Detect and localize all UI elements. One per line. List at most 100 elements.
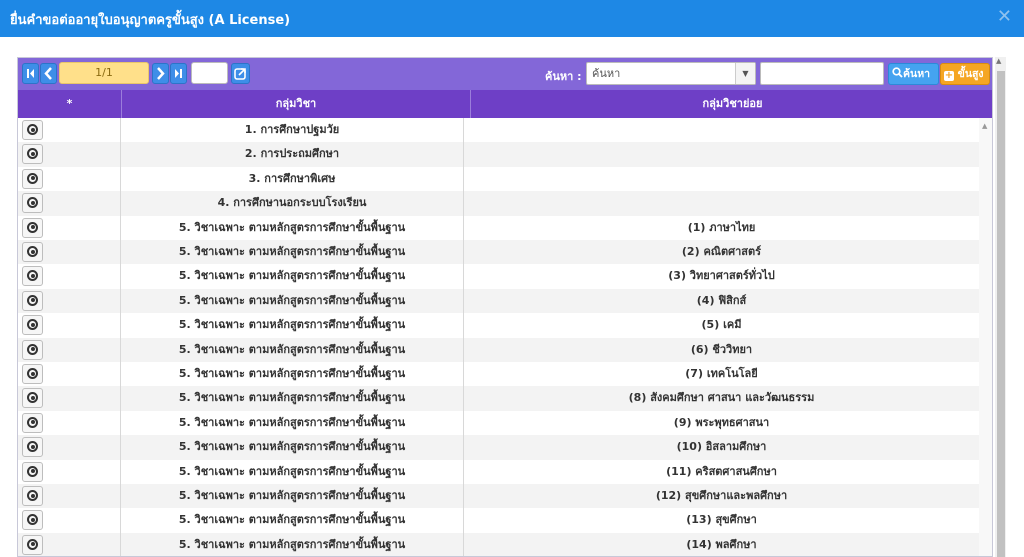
radio-icon: [27, 172, 38, 184]
select-row-button[interactable]: [22, 510, 43, 531]
first-page-button[interactable]: [22, 63, 39, 84]
column-header-subgroup[interactable]: กลุ่มวิชาย่อย: [470, 90, 992, 118]
select-row-button[interactable]: [22, 315, 43, 336]
table-row[interactable]: 1. การศึกษาปฐมวัย: [18, 118, 979, 143]
last-page-icon: [175, 69, 182, 78]
search-button[interactable]: ค้นหา: [888, 63, 939, 85]
table-row[interactable]: 5. วิชาเฉพาะ ตามหลักสูตรการศึกษาขั้นพื้น…: [18, 484, 979, 509]
table-row[interactable]: 5. วิชาเฉพาะ ตามหลักสูตรการศึกษาขั้นพื้น…: [18, 459, 979, 484]
subgroup-cell: (6) ชีววิทยา: [690, 342, 753, 356]
page-indicator[interactable]: 1/1: [59, 62, 149, 84]
table-row[interactable]: 5. วิชาเฉพาะ ตามหลักสูตรการศึกษาขั้นพื้น…: [18, 337, 979, 362]
subgroup-cell: (5) เคมี: [701, 318, 742, 332]
select-cell: [18, 362, 121, 387]
table-scrollbar[interactable]: ▲: [979, 118, 992, 556]
group-cell: 4. การศึกษานอกระบบโรงเรียน: [121, 191, 464, 216]
select-cell: [18, 240, 121, 265]
subgroup-cell: (14) พลศึกษา: [686, 537, 757, 551]
select-cell: [18, 337, 121, 362]
column-header-group[interactable]: กลุ่มวิชา: [121, 90, 470, 118]
subgroup-cell: (3) วิทยาศาสตร์ทั่วไป: [668, 269, 775, 283]
subgroup-cell: [464, 142, 979, 166]
advanced-button-label: ขั้นสูง: [957, 68, 984, 80]
export-button[interactable]: [231, 63, 250, 84]
column-header-select: *: [66, 97, 73, 110]
search-field-select[interactable]: ค้นหา ▼: [586, 62, 756, 85]
subgroup-cell: (8) สังคมศึกษา ศาสนา และวัฒนธรรม: [628, 391, 815, 405]
first-page-icon: [27, 69, 34, 78]
group-cell: 5. วิชาเฉพาะ ตามหลักสูตรการศึกษาขั้นพื้น…: [121, 508, 464, 533]
subgroup-cell: (13) สุขศึกษา: [686, 513, 757, 527]
group-cell: 5. วิชาเฉพาะ ตามหลักสูตรการศึกษาขั้นพื้น…: [121, 264, 464, 289]
select-row-button[interactable]: [22, 290, 43, 311]
table-row[interactable]: 5. วิชาเฉพาะ ตามหลักสูตรการศึกษาขั้นพื้น…: [18, 508, 979, 533]
next-page-button[interactable]: [152, 63, 169, 84]
radio-icon: [27, 270, 38, 282]
table-row[interactable]: 5. วิชาเฉพาะ ตามหลักสูตรการศึกษาขั้นพื้น…: [18, 386, 979, 411]
select-row-button[interactable]: [22, 193, 43, 214]
select-row-button[interactable]: [22, 266, 43, 287]
table-row[interactable]: 5. วิชาเฉพาะ ตามหลักสูตรการศึกษาขั้นพื้น…: [18, 410, 979, 436]
group-cell: 5. วิชาเฉพาะ ตามหลักสูตรการศึกษาขั้นพื้น…: [121, 288, 464, 314]
table-row[interactable]: 5. วิชาเฉพาะ ตามหลักสูตรการศึกษาขั้นพื้น…: [18, 215, 979, 240]
select-cell: [18, 532, 121, 556]
group-cell: 5. วิชาเฉพาะ ตามหลักสูตรการศึกษาขั้นพื้น…: [121, 386, 464, 411]
radio-icon: [27, 319, 38, 331]
select-row-button[interactable]: [22, 364, 43, 384]
scrollbar-thumb[interactable]: [997, 71, 1005, 557]
table-row[interactable]: 2. การประถมศึกษา: [18, 142, 979, 167]
group-cell: 5. วิชาเฉพาะ ตามหลักสูตรการศึกษาขั้นพื้น…: [121, 532, 464, 556]
prev-page-button[interactable]: [40, 63, 57, 84]
table-row[interactable]: 3. การศึกษาพิเศษ: [18, 166, 979, 192]
select-row-button[interactable]: [22, 437, 43, 458]
radio-icon: [27, 221, 38, 233]
table-row[interactable]: 5. วิชาเฉพาะ ตามหลักสูตรการศึกษาขั้นพื้น…: [18, 435, 979, 460]
select-row-button[interactable]: [22, 486, 43, 506]
select-row-button[interactable]: [22, 120, 43, 140]
select-row-button[interactable]: [22, 217, 43, 238]
select-cell: [18, 264, 121, 289]
group-cell: 5. วิชาเฉพาะ ตามหลักสูตรการศึกษาขั้นพื้น…: [121, 240, 464, 265]
select-row-button[interactable]: [22, 412, 43, 433]
select-cell: [18, 191, 121, 216]
select-cell: [18, 142, 121, 167]
group-cell: 5. วิชาเฉพาะ ตามหลักสูตรการศึกษาขั้นพื้น…: [121, 362, 464, 387]
close-icon[interactable]: ✕: [997, 8, 1012, 26]
select-row-button[interactable]: [22, 339, 43, 360]
select-cell: [18, 313, 121, 338]
page-number-input[interactable]: [191, 62, 228, 84]
select-row-button[interactable]: [22, 388, 43, 409]
table-row[interactable]: 5. วิชาเฉพาะ ตามหลักสูตรการศึกษาขั้นพื้น…: [18, 240, 979, 265]
table-row[interactable]: 5. วิชาเฉพาะ ตามหลักสูตรการศึกษาขั้นพื้น…: [18, 532, 979, 556]
radio-icon: [27, 392, 38, 404]
select-cell: [18, 435, 121, 460]
select-row-button[interactable]: [22, 168, 43, 189]
radio-icon: [27, 490, 38, 501]
radio-icon: [27, 294, 38, 306]
subgroup-cell: [464, 167, 979, 191]
scroll-up-icon[interactable]: ▲: [982, 122, 987, 130]
group-cell: 5. วิชาเฉพาะ ตามหลักสูตรการศึกษาขั้นพื้น…: [121, 215, 464, 240]
table-header: * กลุ่มวิชา กลุ่มวิชาย่อย: [18, 90, 992, 118]
select-cell: [18, 386, 121, 411]
select-cell: [18, 459, 121, 484]
select-row-button[interactable]: [22, 534, 43, 555]
chevron-down-icon[interactable]: ▼: [735, 63, 755, 84]
radio-icon: [27, 343, 38, 355]
select-row-button[interactable]: [22, 242, 43, 262]
page-scrollbar[interactable]: ▲: [995, 57, 1006, 557]
table-row[interactable]: 5. วิชาเฉพาะ ตามหลักสูตรการศึกษาขั้นพื้น…: [18, 313, 979, 338]
advanced-search-button[interactable]: + ขั้นสูง: [940, 63, 990, 85]
select-cell: [18, 410, 121, 436]
subgroup-cell: [464, 118, 979, 142]
last-page-button[interactable]: [170, 63, 187, 84]
table-row[interactable]: 5. วิชาเฉพาะ ตามหลักสูตรการศึกษาขั้นพื้น…: [18, 264, 979, 289]
table-row[interactable]: 5. วิชาเฉพาะ ตามหลักสูตรการศึกษาขั้นพื้น…: [18, 288, 979, 314]
select-row-button[interactable]: [22, 144, 43, 165]
scroll-up-icon[interactable]: ▲: [996, 57, 1001, 65]
table-row[interactable]: 5. วิชาเฉพาะ ตามหลักสูตรการศึกษาขั้นพื้น…: [18, 362, 979, 387]
table-row[interactable]: 4. การศึกษานอกระบบโรงเรียน: [18, 191, 979, 216]
select-cell: [18, 508, 121, 533]
select-row-button[interactable]: [22, 461, 43, 482]
search-input[interactable]: [760, 62, 884, 85]
